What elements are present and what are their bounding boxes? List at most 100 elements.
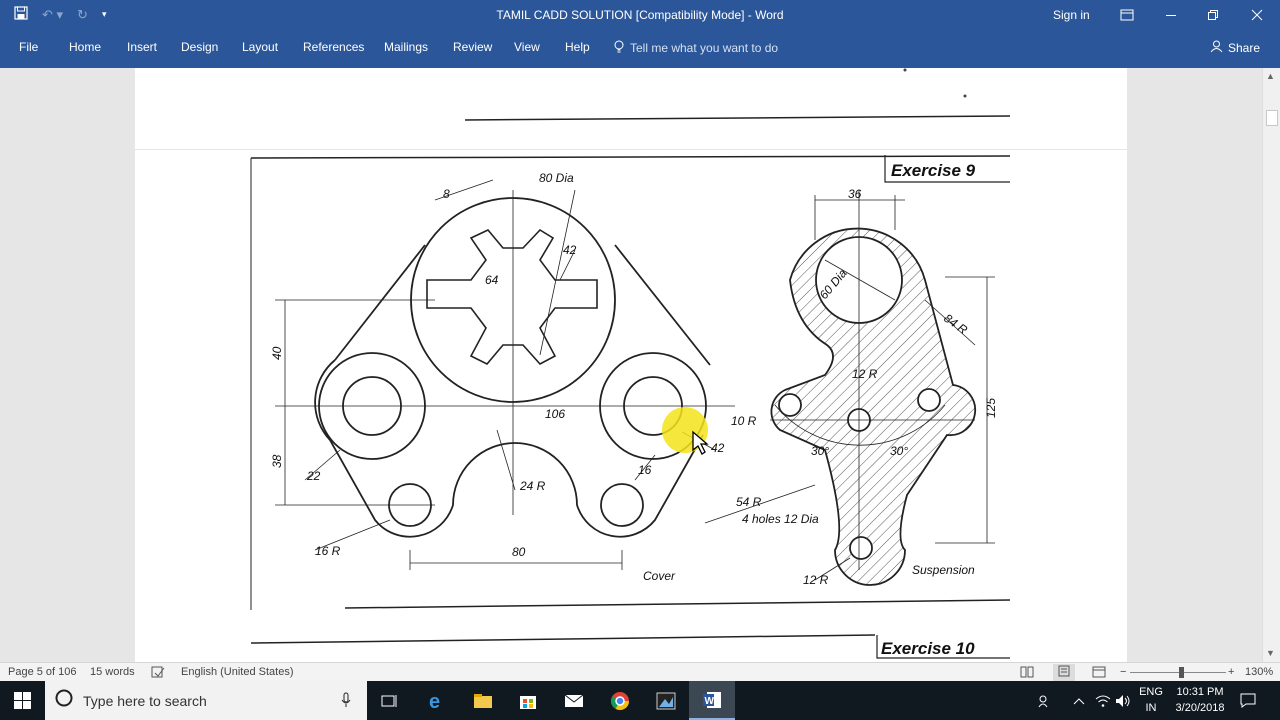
- clock-time: 10:31 PM: [1176, 686, 1224, 698]
- system-clock[interactable]: 10:31 PM 3/20/2018: [1170, 684, 1230, 716]
- previous-page: [135, 68, 1127, 149]
- tell-me-label: Tell me what you want to do: [630, 41, 779, 55]
- zoom-slider[interactable]: [1130, 672, 1226, 673]
- dim-54r: 54 R: [736, 495, 762, 509]
- document-canvas[interactable]: Exercise 9 Exercise 10 8 80 Dia 42 64 40…: [0, 68, 1262, 662]
- print-layout-icon[interactable]: [1053, 664, 1075, 681]
- tab-review[interactable]: Review: [453, 40, 492, 54]
- dim-30-right: 30°: [890, 444, 908, 458]
- tab-view[interactable]: View: [514, 40, 540, 54]
- tab-design[interactable]: Design: [181, 40, 218, 54]
- edge-browser-icon[interactable]: e: [414, 681, 460, 720]
- taskbar-search[interactable]: Type here to search: [45, 681, 367, 720]
- suspension-figure: [770, 227, 977, 586]
- word-app-icon[interactable]: W: [689, 681, 735, 720]
- scroll-down-icon[interactable]: ▼: [1266, 648, 1275, 658]
- suspension-label: Suspension: [912, 563, 975, 577]
- restore-icon[interactable]: [1190, 0, 1236, 30]
- status-bar: Page 5 of 106 15 words English (United S…: [0, 662, 1280, 681]
- dim-106: 106: [545, 407, 565, 421]
- tell-me-search[interactable]: Tell me what you want to do: [614, 40, 778, 56]
- dim-42: 42: [563, 243, 577, 257]
- microphone-icon[interactable]: [341, 692, 351, 713]
- file-explorer-icon[interactable]: [460, 681, 506, 720]
- lang-region: IN: [1145, 702, 1157, 714]
- dim-40: 40: [270, 346, 284, 360]
- exercise-9-label: Exercise 9: [891, 161, 976, 180]
- read-mode-icon[interactable]: [1020, 666, 1034, 681]
- current-page: Exercise 9 Exercise 10 8 80 Dia 42 64 40…: [135, 150, 1127, 662]
- chevron-down-icon[interactable]: ▾: [102, 9, 107, 20]
- cortana-icon: [55, 689, 73, 712]
- notifications-icon[interactable]: [1240, 681, 1256, 720]
- input-language[interactable]: ENG IN: [1138, 684, 1164, 716]
- volume-icon[interactable]: [1115, 681, 1131, 720]
- lightbulb-icon: [614, 40, 624, 56]
- chevron-up-icon[interactable]: [1073, 681, 1085, 720]
- dim-4-holes: 4 holes 12 Dia: [742, 512, 819, 526]
- dim-30-left: 30°: [811, 444, 829, 458]
- taskbar: Type here to search e W ENG IN 10:31 PM …: [0, 681, 1280, 720]
- sign-in-link[interactable]: Sign in: [1053, 8, 1090, 22]
- dim-12r-top: 12 R: [852, 367, 878, 381]
- people-icon[interactable]: [1038, 681, 1052, 720]
- scroll-up-icon[interactable]: ▲: [1266, 71, 1275, 81]
- exercise-10-label: Exercise 10: [881, 639, 975, 658]
- share-label: Share: [1228, 41, 1261, 55]
- zoom-slider-thumb[interactable]: [1179, 667, 1184, 678]
- proofing-icon[interactable]: [151, 666, 165, 681]
- zoom-in-icon[interactable]: +: [1228, 666, 1234, 678]
- ribbon-display-options-icon[interactable]: [1104, 0, 1150, 30]
- web-layout-icon[interactable]: [1092, 666, 1106, 681]
- title-bar: ↶ ▾ ↻ ▾ TAMIL CADD SOLUTION [Compatibili…: [0, 0, 1280, 30]
- dim-80: 80: [512, 545, 526, 559]
- search-placeholder: Type here to search: [83, 692, 207, 709]
- engineering-drawing: Exercise 9 Exercise 10 8 80 Dia 42 64 40…: [250, 155, 1011, 659]
- dim-42-right: 42: [711, 441, 725, 455]
- language-status[interactable]: English (United States): [181, 666, 294, 678]
- zoom-level[interactable]: 130%: [1245, 666, 1273, 678]
- dim-24r: 24 R: [519, 479, 546, 493]
- svg-text:W: W: [705, 696, 715, 707]
- zoom-out-icon[interactable]: −: [1120, 666, 1126, 678]
- svg-text:e: e: [429, 691, 440, 711]
- dim-64: 64: [485, 273, 499, 287]
- dim-80-dia: 80 Dia: [539, 171, 574, 185]
- dim-22: 22: [306, 469, 321, 483]
- cover-figure: [314, 197, 711, 538]
- save-icon[interactable]: [14, 6, 28, 23]
- dim-38: 38: [270, 454, 284, 468]
- task-view-icon[interactable]: [367, 681, 413, 720]
- chrome-icon[interactable]: [597, 681, 643, 720]
- tab-insert[interactable]: Insert: [127, 40, 157, 54]
- dim-10r: 10 R: [731, 414, 757, 428]
- word-count[interactable]: 15 words: [90, 666, 135, 678]
- store-icon[interactable]: [505, 681, 551, 720]
- dim-16: 16: [638, 463, 652, 477]
- tab-layout[interactable]: Layout: [242, 40, 278, 54]
- tab-file[interactable]: File: [19, 40, 38, 54]
- share-button[interactable]: Share: [1210, 40, 1260, 56]
- tab-help[interactable]: Help: [565, 40, 590, 54]
- redo-icon[interactable]: ↻: [77, 7, 88, 23]
- dim-125: 125: [984, 398, 998, 418]
- dim-12r-bottom: 12 R: [803, 573, 829, 587]
- undo-icon[interactable]: ↶ ▾: [42, 7, 63, 23]
- windows-start-icon[interactable]: [0, 681, 45, 720]
- cover-label: Cover: [643, 569, 676, 583]
- quick-access-toolbar: ↶ ▾ ↻ ▾: [14, 6, 106, 23]
- scroll-thumb[interactable]: [1266, 110, 1278, 126]
- vertical-scrollbar[interactable]: ▲ ▼: [1262, 68, 1280, 662]
- dim-36: 36: [848, 187, 862, 201]
- image-viewer-icon[interactable]: [643, 681, 689, 720]
- minimize-icon[interactable]: [1148, 0, 1194, 30]
- tab-home[interactable]: Home: [69, 40, 101, 54]
- tab-mailings[interactable]: Mailings: [384, 40, 428, 54]
- person-icon: [1210, 40, 1223, 56]
- close-icon[interactable]: [1234, 0, 1280, 30]
- wifi-icon[interactable]: [1095, 681, 1111, 720]
- page-count[interactable]: Page 5 of 106: [8, 666, 77, 678]
- mail-icon[interactable]: [551, 681, 597, 720]
- clock-date: 3/20/2018: [1175, 702, 1225, 714]
- tab-references[interactable]: References: [303, 40, 364, 54]
